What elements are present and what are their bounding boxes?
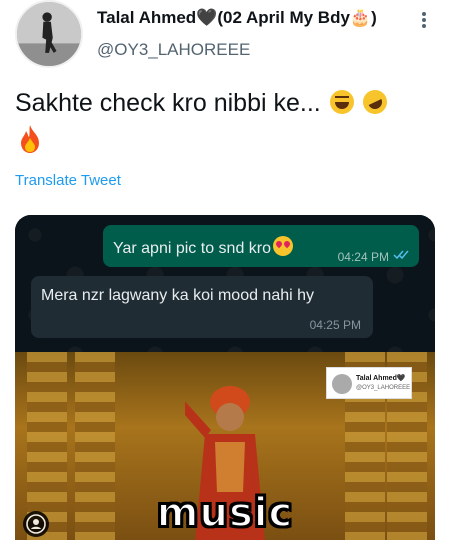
meme-caption: music xyxy=(156,489,294,537)
translate-tweet-link[interactable]: Translate Tweet xyxy=(15,172,121,189)
author-avatar[interactable] xyxy=(15,0,83,68)
incoming-message-time: 04:25 PM xyxy=(309,318,361,332)
more-vertical-icon[interactable] xyxy=(418,10,430,32)
rofl-emoji xyxy=(358,86,391,118)
outgoing-message-line: Yar apni pic to snd kro xyxy=(113,236,294,258)
author-handle[interactable]: @OY3_LAHOREEE xyxy=(97,40,250,60)
tweet-header: Talal Ahmed🖤(02 April My Bdy🎂) @OY3_LAHO… xyxy=(0,0,450,80)
tweet-media[interactable]: Yar apni pic to snd kro 04:24 PM Mera nz… xyxy=(15,215,435,540)
tweet-watermark: Talal Ahmed🖤 @OY3_LAHOREEE xyxy=(326,367,412,399)
incoming-message-text: Mera nzr lagwany ka koi mood nahi hy xyxy=(41,287,315,304)
author-name[interactable]: Talal Ahmed🖤(02 April My Bdy🎂) xyxy=(97,8,377,28)
incoming-message-bubble: Mera nzr lagwany ka koi mood nahi hy 04:… xyxy=(31,276,373,338)
meme-image: Talal Ahmed🖤 @OY3_LAHOREEE music xyxy=(15,352,435,540)
laughing-emoji xyxy=(329,90,354,114)
outgoing-message-time: 04:24 PM xyxy=(337,250,389,264)
profile-icon[interactable] xyxy=(23,511,49,537)
tweet-text-line: Sakhte check kro nibbi ke... xyxy=(15,86,391,120)
watermark-handle: @OY3_LAHOREEE xyxy=(356,385,411,391)
tweet-text: Sakhte check kro nibbi ke... xyxy=(15,89,321,117)
read-ticks-icon xyxy=(393,250,409,260)
heart-eyes-emoji xyxy=(273,236,294,256)
outgoing-message-bubble: Yar apni pic to snd kro 04:24 PM xyxy=(103,225,419,267)
fire-emoji xyxy=(17,124,43,154)
watermark-name: Talal Ahmed🖤 xyxy=(356,375,406,382)
watermark-avatar xyxy=(332,374,352,394)
whatsapp-chat-screenshot: Yar apni pic to snd kro 04:24 PM Mera nz… xyxy=(15,215,435,352)
outgoing-message-text: Yar apni pic to snd kro xyxy=(113,240,272,257)
